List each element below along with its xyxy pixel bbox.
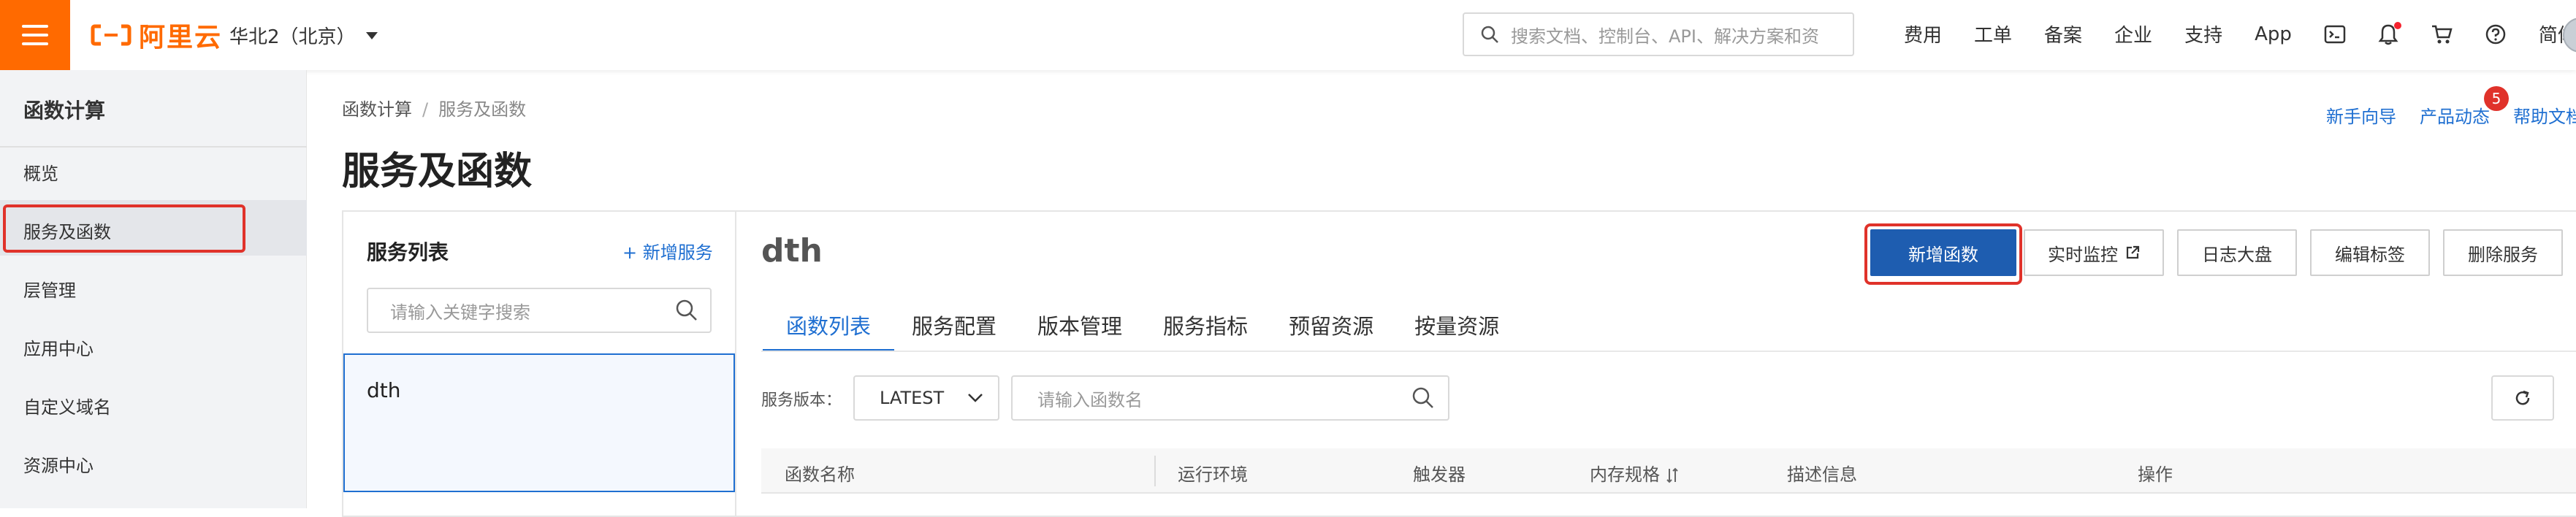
nav-enterprise[interactable]: 企业 xyxy=(2114,20,2152,47)
refresh-button[interactable] xyxy=(2491,375,2554,421)
breadcrumb: 函数计算 / 服务及函数 xyxy=(342,95,526,120)
docs-link[interactable]: 帮助文档 xyxy=(2513,102,2576,128)
hamburger-icon xyxy=(22,25,48,45)
sidebar-item-resources[interactable]: 资源中心 xyxy=(23,451,94,477)
caret-down-icon xyxy=(365,31,378,39)
menu-button[interactable] xyxy=(0,0,70,70)
tab-version-management[interactable]: 版本管理 xyxy=(1036,301,1124,352)
external-link-icon xyxy=(2126,245,2140,259)
delete-service-button[interactable]: 删除服务 xyxy=(2443,229,2563,276)
service-search-input[interactable]: 请输入关键字搜索 xyxy=(367,288,712,333)
search-icon[interactable] xyxy=(675,299,698,322)
col-function-name: 函数名称 xyxy=(785,464,855,485)
top-bar: 阿里云 华北2（北京） 搜索文档、控制台、API、解决方案和资 费用 工单 备案… xyxy=(0,0,2576,70)
function-search-input[interactable]: 请输入函数名 xyxy=(1011,375,1449,421)
service-name: dth xyxy=(761,232,823,269)
tab-function-list[interactable]: 函数列表 xyxy=(762,301,895,352)
realtime-monitor-button[interactable]: 实时监控 xyxy=(2024,229,2164,276)
sidebar-item-layers[interactable]: 层管理 xyxy=(23,276,76,302)
version-label: 服务版本： xyxy=(761,391,842,410)
global-search-placeholder: 搜索文档、控制台、API、解决方案和资 xyxy=(1511,26,1819,47)
realtime-monitor-label: 实时监控 xyxy=(2048,244,2118,265)
service-item-name: dth xyxy=(367,378,401,402)
sidebar-item-overview[interactable]: 概览 xyxy=(23,159,58,185)
service-tabs: 函数列表 服务配置 版本管理 服务指标 预留资源 按量资源 xyxy=(761,301,1539,352)
tab-reserved-resources[interactable]: 预留资源 xyxy=(1287,301,1375,352)
col-description: 描述信息 xyxy=(1787,464,1857,485)
add-service-button[interactable]: + 新增服务 xyxy=(622,238,713,264)
sort-icon xyxy=(1666,467,1678,483)
edit-tags-button[interactable]: 编辑标签 xyxy=(2310,229,2430,276)
search-icon[interactable] xyxy=(1411,386,1435,410)
column-resize-handle[interactable] xyxy=(1154,456,1156,486)
notification-dot xyxy=(2393,21,2401,29)
cart-icon[interactable] xyxy=(2431,24,2453,45)
guide-link[interactable]: 新手向导 xyxy=(2326,102,2396,128)
breadcrumb-root[interactable]: 函数计算 xyxy=(342,99,412,120)
chevron-down-icon xyxy=(968,394,983,402)
top-nav: 费用 工单 备案 企业 支持 App 简体 xyxy=(1904,20,2576,47)
col-runtime: 运行环境 xyxy=(1178,464,1248,485)
global-search-input[interactable]: 搜索文档、控制台、API、解决方案和资 xyxy=(1463,12,1854,56)
news-link-label: 产品动态 xyxy=(2420,107,2490,127)
brand-name: 阿里云 xyxy=(139,23,223,53)
sidebar-item-apps[interactable]: 应用中心 xyxy=(23,334,94,360)
col-memory[interactable]: 内存规格 xyxy=(1590,460,1679,486)
col-memory-label: 内存规格 xyxy=(1590,464,1660,485)
sidebar-divider xyxy=(0,146,307,148)
nav-support[interactable]: 支持 xyxy=(2184,20,2222,47)
service-list-item[interactable]: dth xyxy=(343,353,735,492)
breadcrumb-current: 服务及函数 xyxy=(438,99,527,120)
news-badge: 5 xyxy=(2484,86,2509,111)
nav-app[interactable]: App xyxy=(2255,23,2292,45)
breadcrumb-separator: / xyxy=(422,99,429,120)
sidebar-title: 函数计算 xyxy=(23,99,106,123)
sidebar: 函数计算 概览 服务及函数 层管理 应用中心 自定义域名 资源中心 xyxy=(0,70,307,508)
tabs-underline xyxy=(761,351,2576,352)
help-icon[interactable] xyxy=(2485,23,2507,45)
nav-fees[interactable]: 费用 xyxy=(1904,20,1942,47)
help-links: 新手向导 产品动态 5 帮助文档 xyxy=(2326,86,2576,128)
function-search-placeholder: 请输入函数名 xyxy=(1037,389,1143,410)
bell-icon[interactable] xyxy=(2378,21,2401,45)
aliyun-logo[interactable]: 阿里云 xyxy=(91,19,223,53)
nav-tickets[interactable]: 工单 xyxy=(1974,20,2012,47)
new-function-button[interactable]: 新增函数 xyxy=(1870,229,2016,276)
col-actions: 操作 xyxy=(2138,464,2173,485)
tab-on-demand-resources[interactable]: 按量资源 xyxy=(1413,301,1501,352)
function-table-header: 函数名称 运行环境 触发器 内存规格 描述信息 操作 xyxy=(761,448,2576,494)
version-value: LATEST xyxy=(880,388,945,408)
aliyun-bracket-icon xyxy=(91,24,132,46)
page-title: 服务及函数 xyxy=(342,150,533,194)
search-icon xyxy=(1481,26,1498,43)
tab-service-config[interactable]: 服务配置 xyxy=(910,301,998,352)
region-selector[interactable]: 华北2（北京） xyxy=(229,22,378,49)
log-dashboard-button[interactable]: 日志大盘 xyxy=(2177,229,2297,276)
col-trigger: 触发器 xyxy=(1413,464,1466,485)
refresh-icon xyxy=(2515,390,2530,405)
service-search-placeholder: 请输入关键字搜索 xyxy=(390,302,530,323)
annotation-highlight xyxy=(3,204,245,253)
nav-icp[interactable]: 备案 xyxy=(2044,20,2082,47)
tab-service-metrics[interactable]: 服务指标 xyxy=(1162,301,1249,352)
service-list-title: 服务列表 xyxy=(367,240,449,264)
version-select[interactable]: LATEST xyxy=(853,375,999,421)
region-label: 华北2（北京） xyxy=(229,26,356,48)
news-link[interactable]: 产品动态 5 xyxy=(2420,86,2509,128)
sidebar-item-domains[interactable]: 自定义域名 xyxy=(23,393,111,418)
terminal-icon[interactable] xyxy=(2324,25,2346,44)
service-list: 服务列表 + 新增服务 请输入关键字搜索 dth xyxy=(342,210,736,517)
